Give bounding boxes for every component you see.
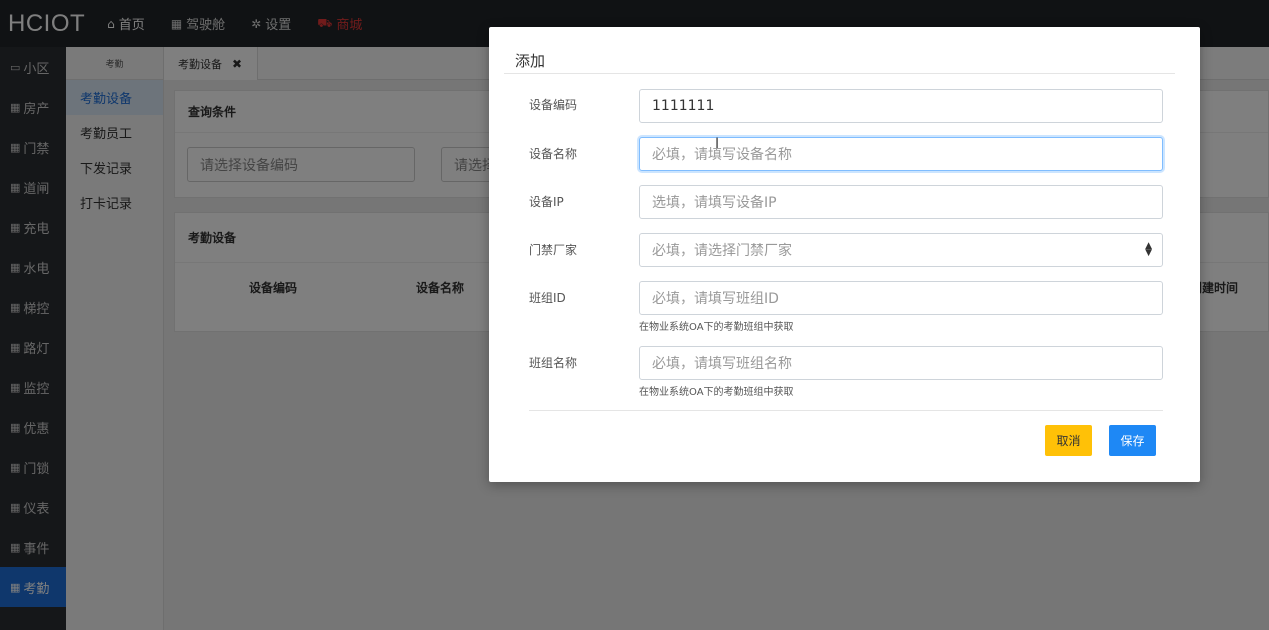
device-code-label: 设备编码 xyxy=(529,98,578,112)
vendor-select[interactable]: 必填，请选择门禁厂家 ▲ ▼ xyxy=(639,233,1163,267)
device-ip-label: 设备IP xyxy=(529,195,564,209)
device-name-label: 设备名称 xyxy=(529,147,578,161)
group-name-help: 在物业系统OA下的考勤班组中获取 xyxy=(639,387,794,398)
group-name-label: 班组名称 xyxy=(529,356,578,370)
group-id-input[interactable]: 必填，请填写班组ID xyxy=(639,281,1163,315)
group-name-input[interactable]: 必填，请填写班组名称 xyxy=(639,346,1163,380)
group-id-label: 班组ID xyxy=(529,291,566,305)
device-code-input[interactable]: 1111111 xyxy=(639,89,1163,123)
select-arrows-icon: ▲ ▼ xyxy=(1145,241,1152,258)
vendor-label: 门禁厂家 xyxy=(529,243,578,257)
modal-divider xyxy=(504,73,1175,74)
text-cursor-icon: I xyxy=(715,136,720,152)
vendor-select-value: 必填，请选择门禁厂家 xyxy=(652,243,792,259)
modal-footer-divider xyxy=(529,410,1163,411)
cancel-button[interactable]: 取消 xyxy=(1045,425,1092,456)
add-device-modal: 添加 设备编码 1111111 设备名称 必填，请填写设备名称 I 设备IP 选… xyxy=(489,27,1200,482)
save-button[interactable]: 保存 xyxy=(1109,425,1156,456)
modal-title: 添加 xyxy=(515,52,546,70)
group-id-help: 在物业系统OA下的考勤班组中获取 xyxy=(639,322,794,333)
device-ip-input[interactable]: 选填，请填写设备IP xyxy=(639,185,1163,219)
